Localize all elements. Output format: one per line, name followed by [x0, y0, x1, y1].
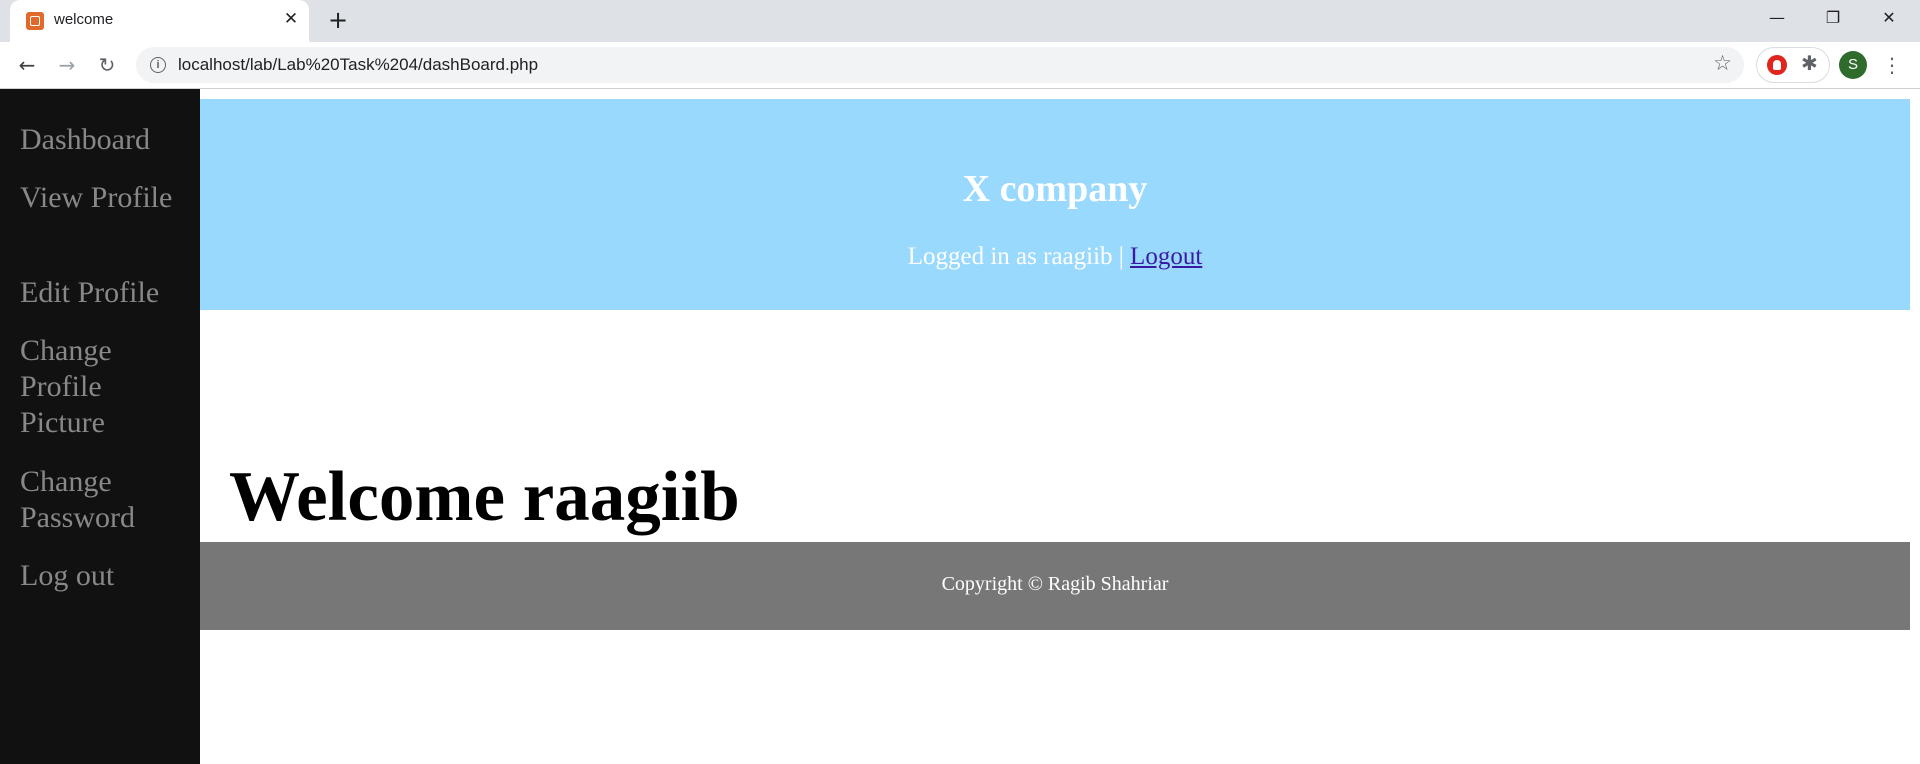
- page-footer: Copyright © Ragib Shahriar: [200, 542, 1910, 630]
- xampp-favicon-icon: [26, 12, 44, 30]
- browser-tabstrip: welcome ✕ + — ❐ ✕: [0, 0, 1920, 42]
- adblock-extension-icon[interactable]: [1767, 55, 1787, 75]
- sidebar-item-edit-profile[interactable]: Edit Profile: [20, 275, 190, 311]
- back-icon[interactable]: ←: [11, 49, 43, 81]
- profile-avatar[interactable]: S: [1839, 51, 1867, 79]
- bookmark-star-icon[interactable]: ☆: [1713, 51, 1732, 75]
- sidebar-item-view-profile[interactable]: View Profile: [20, 180, 190, 216]
- browser-toolbar: ← → ↻ i localhost/lab/Lab%20Task%204/das…: [0, 42, 1920, 89]
- tab-title: welcome: [54, 11, 114, 28]
- puzzle-extension-icon[interactable]: ✱: [1801, 51, 1818, 75]
- logged-in-text: Logged in as raagiib |: [907, 243, 1124, 270]
- sidebar-item-dashboard[interactable]: Dashboard: [20, 122, 190, 158]
- copyright-text: Copyright © Ragib Shahriar: [941, 573, 1169, 595]
- sidebar: Dashboard View Profile Edit Profile Chan…: [0, 89, 200, 764]
- sidebar-item-change-password[interactable]: Change Password: [20, 464, 190, 536]
- login-status: Logged in as raagiib | Logout: [200, 243, 1910, 271]
- info-icon[interactable]: i: [150, 57, 166, 73]
- forward-icon[interactable]: →: [51, 49, 83, 81]
- browser-tab[interactable]: welcome ✕: [10, 0, 309, 42]
- reload-icon[interactable]: ↻: [91, 49, 123, 81]
- extensions-group: ✱: [1756, 47, 1830, 83]
- close-icon[interactable]: ✕: [280, 8, 302, 30]
- restore-icon[interactable]: ❐: [1806, 0, 1860, 38]
- minimize-icon[interactable]: —: [1750, 0, 1804, 38]
- page: Dashboard View Profile Edit Profile Chan…: [0, 89, 1920, 764]
- logout-link[interactable]: Logout: [1130, 243, 1202, 270]
- url-text[interactable]: localhost/lab/Lab%20Task%204/dashBoard.p…: [178, 55, 538, 75]
- new-tab-icon[interactable]: +: [326, 8, 350, 32]
- address-bar[interactable]: i localhost/lab/Lab%20Task%204/dashBoard…: [136, 47, 1744, 83]
- company-title: X company: [962, 168, 1148, 210]
- sidebar-item-log-out[interactable]: Log out: [20, 558, 190, 594]
- sidebar-item-change-profile-picture[interactable]: Change Profile Picture: [20, 333, 190, 441]
- welcome-heading: Welcome raagiib: [229, 457, 740, 536]
- window-close-icon[interactable]: ✕: [1862, 0, 1916, 38]
- page-header: X company Logged in as raagiib | Logout: [200, 99, 1910, 310]
- more-menu-icon[interactable]: ⋮: [1880, 49, 1904, 81]
